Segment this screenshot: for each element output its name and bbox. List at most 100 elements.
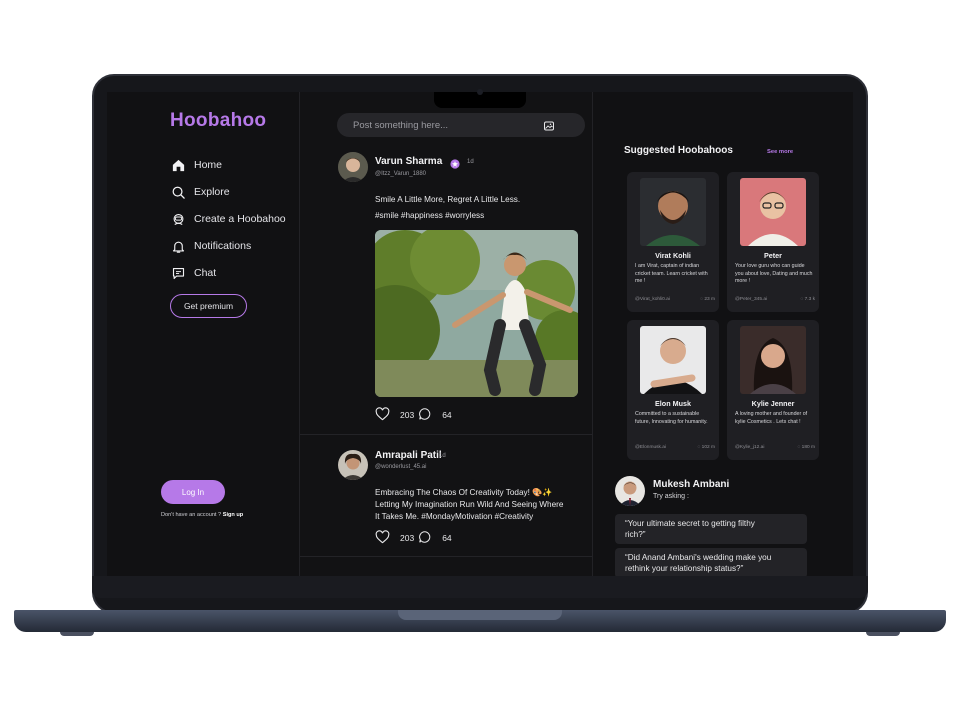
home-icon [170,157,186,173]
post-author-name[interactable]: Amrapali Patil [375,450,442,461]
bell-icon [170,238,186,254]
suggested-title: Suggested Hoobahoos [624,145,733,156]
sidebar-item-create[interactable]: Create a Hoobahoo [170,206,286,232]
laptop-screen: Hoobahoo Home Explore Create a Hoobahoo [107,92,853,576]
try-asking-label: Try asking : [653,493,689,500]
profile-image [640,326,706,394]
get-premium-button[interactable]: Get premium [170,294,247,318]
sidebar-item-label: Explore [194,186,230,198]
post-time: 1d [467,159,474,165]
laptop-hinge [92,576,868,598]
post-text: Smile A Little More, Regret A Little Les… [375,194,520,222]
card-footer: @Virat_kohli0.ai ◌ 23 m [635,297,715,302]
sidebar-item-explore[interactable]: Explore [170,179,286,205]
comment-icon[interactable] [418,530,432,546]
avatar[interactable] [615,476,645,506]
suggested-prompt[interactable]: “Did Anand Ambani's wedding make you ret… [615,548,807,576]
post-author-handle: @Itzz_Varun_1880 [375,171,427,177]
laptop-foot-left [60,632,94,636]
suggested-panel: Suggested Hoobahoos See more Virat Kohli… [593,92,853,576]
sidebar-nav: Home Explore Create a Hoobahoo Notificat… [170,152,286,287]
search-icon [170,184,186,200]
suggested-card[interactable]: Kylie Jenner A loving mother and founder… [727,320,819,460]
post-text-line: Embracing The Chaos Of Creativity Today!… [375,488,553,497]
post-stats: 203 64 [375,530,452,546]
avatar[interactable] [338,152,368,182]
like-count: 203 [400,410,415,420]
card-description: Your love guru who can guide you about l… [735,263,813,285]
sidebar-item-label: Notifications [194,240,252,252]
login-button[interactable]: Log In [161,480,225,504]
suggested-card[interactable]: Elon Musk Committed to a sustainable fut… [627,320,719,460]
signup-link[interactable]: Sign up [223,512,244,518]
sidebar-item-label: Home [194,159,223,171]
sidebar-item-label: Create a Hoobahoo [194,213,286,225]
post-time: 1d [439,453,446,459]
suggested-prompt-line: “Did Anand Ambani's wedding make you [625,553,772,562]
card-handle: @Peter_345.ai [735,297,768,302]
like-count: 203 [400,533,415,543]
laptop-base-notch [398,610,562,620]
laptop-foot-right [866,632,900,636]
card-count: ◌ 180 m [797,445,815,450]
image-icon[interactable] [543,119,555,137]
sidebar-item-chat[interactable]: Chat [170,260,286,286]
card-footer: @Kylie_j12.ai ◌ 180 m [735,445,815,450]
like-icon[interactable] [375,407,390,423]
suggested-prompt[interactable]: “Your ultimate secret to getting filthy … [615,514,807,544]
card-footer: @Peter_345.ai ◌ 7.3 k [735,297,815,302]
avatar[interactable] [338,450,368,480]
sidebar-item-label: Chat [194,267,217,279]
card-name: Peter [764,251,782,260]
camera-icon [477,89,483,95]
chat-icon [170,265,186,281]
sidebar-item-home[interactable]: Home [170,152,286,178]
post-divider [300,434,592,435]
card-description: A loving mother and founder of kylie Cos… [735,411,808,425]
card-count: ◌ 102 m [697,445,715,450]
see-more-link[interactable]: See more [767,149,793,155]
sidebar-item-notifications[interactable]: Notifications [170,233,286,259]
card-name: Elon Musk [655,399,691,408]
suggested-card[interactable]: Virat Kohli I am Virat, captain of india… [627,172,719,312]
no-account-text: Don't have an account ? [161,512,222,518]
app-logo[interactable]: Hoobahoo [170,110,266,132]
card-description: Committed to a sustainable future, Innov… [635,411,708,425]
compose-input[interactable] [353,118,533,132]
compose-box[interactable] [337,113,585,137]
like-icon[interactable] [375,530,390,546]
card-name: Virat Kohli [655,251,691,260]
post-text-line: It Takes Me. #MondayMotivation #Creativi… [375,512,534,521]
profile-image [740,178,806,246]
comment-count: 64 [442,533,452,543]
card-footer: @Elonmusk.ai ◌ 102 m [635,445,715,450]
post-stats: 203 64 [375,407,452,423]
suggested-prompt-line: rethink your relationship status?” [625,564,744,573]
post-hashtags: #smile #happiness #worryless [375,211,485,220]
card-name: Kylie Jenner [751,399,795,408]
profile-image [640,178,706,246]
card-handle: @Virat_kohli0.ai [635,297,670,302]
card-count: ◌ 23 m [700,297,715,302]
suggested-card[interactable]: Peter Your love guru who can guide you a… [727,172,819,312]
post-text: Embracing The Chaos Of Creativity Today!… [375,487,563,523]
post-author-name[interactable]: Varun Sharma [375,156,442,167]
post-author-handle: @wonderlust_45.ai [375,464,427,470]
card-handle: @Kylie_j12.ai [735,445,765,450]
chat-preview-name[interactable]: Mukesh Ambani [653,479,729,490]
verified-badge-icon [450,156,460,174]
comment-icon[interactable] [418,407,432,423]
bot-icon [170,211,186,227]
comment-count: 64 [442,410,452,420]
post-divider [300,556,592,557]
sidebar: Hoobahoo Home Explore Create a Hoobahoo [107,92,299,576]
suggested-prompt-line: rich?” [625,530,646,539]
signup-prompt: Don't have an account ? Sign up [161,512,243,518]
post-image[interactable] [375,230,578,397]
post-text-line: Smile A Little More, Regret A Little Les… [375,195,521,204]
feed: Varun Sharma 1d @Itzz_Varun_1880 Smile A… [300,92,661,576]
card-description: I am Virat, captain of indian cricket te… [635,263,708,285]
card-count: ◌ 7.3 k [800,297,815,302]
suggested-prompt-line: “Your ultimate secret to getting filthy [625,519,755,528]
profile-image [740,326,806,394]
